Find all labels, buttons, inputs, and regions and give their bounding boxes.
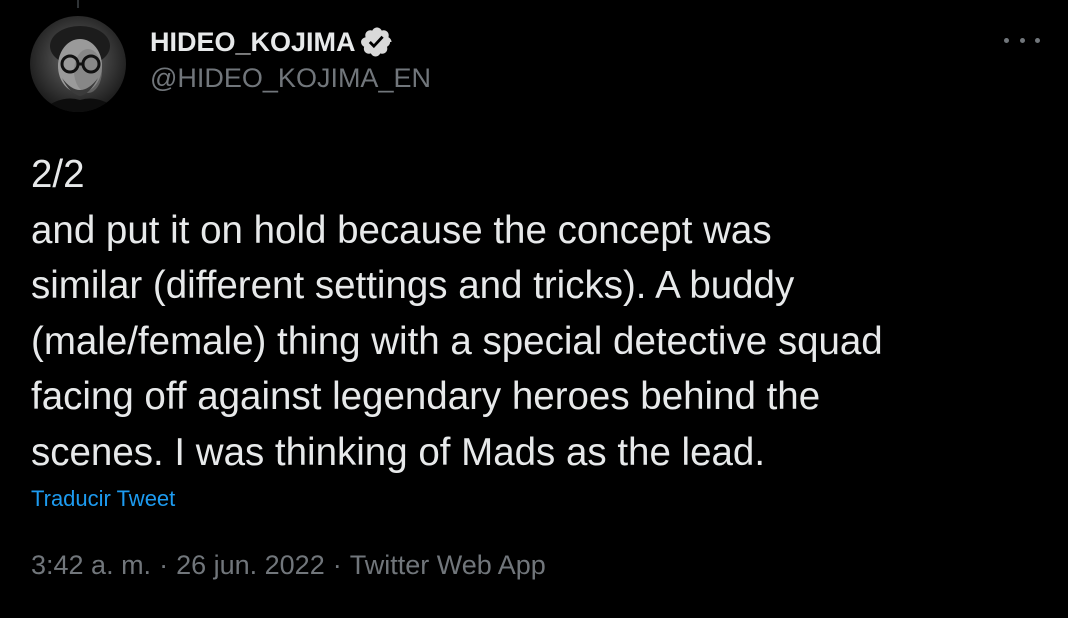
author-name-row[interactable]: HIDEO_KOJIMA: [150, 24, 394, 60]
author-handle[interactable]: @HIDEO_KOJIMA_EN: [150, 63, 431, 94]
more-options-icon[interactable]: [1004, 30, 1040, 50]
more-dot: [1019, 37, 1025, 43]
meta-separator: ·: [332, 550, 342, 580]
thread-connector-line: [77, 0, 79, 8]
avatar-portrait-icon: [40, 26, 120, 112]
tweet-time[interactable]: 3:42 a. m.: [31, 550, 151, 581]
tweet-text: 2/2 and put it on hold because the conce…: [31, 153, 883, 474]
author-display-name[interactable]: HIDEO_KOJIMA: [150, 27, 356, 58]
more-dot: [1004, 37, 1009, 43]
tweet-metadata: 3:42 a. m. · 26 jun. 2022 · Twitter Web …: [31, 550, 546, 581]
tweet-date[interactable]: 26 jun. 2022: [176, 550, 325, 581]
more-dot: [1035, 37, 1040, 43]
tweet-source-app[interactable]: Twitter Web App: [350, 550, 546, 581]
meta-separator: ·: [159, 550, 169, 580]
avatar[interactable]: [30, 16, 126, 112]
translate-tweet-link[interactable]: Traducir Tweet: [31, 486, 175, 512]
verified-badge-icon: [360, 25, 394, 59]
